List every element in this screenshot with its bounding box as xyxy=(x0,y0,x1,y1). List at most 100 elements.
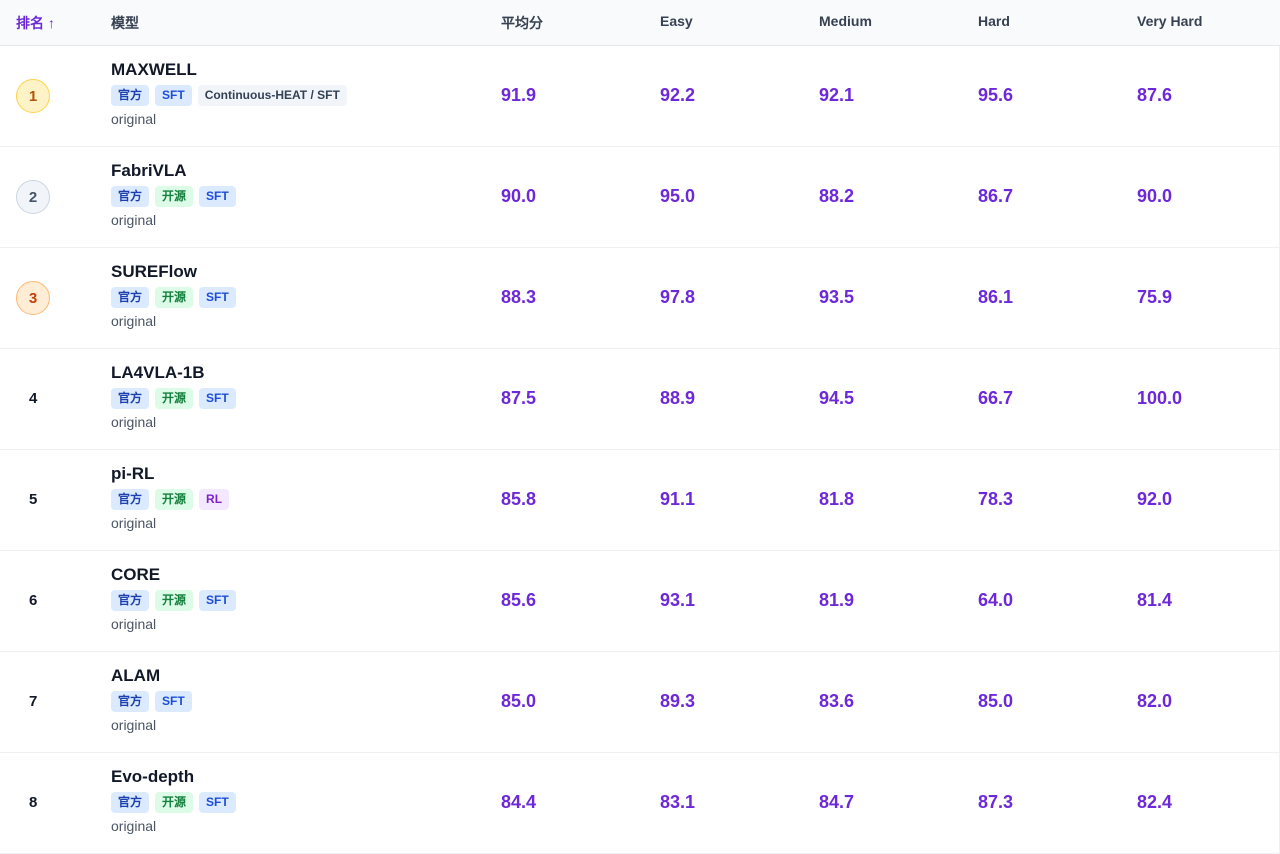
official-tag: 官方 xyxy=(111,388,150,409)
official-tag: 官方 xyxy=(111,489,150,510)
hard-score: 87.3 xyxy=(978,792,1014,812)
model-variant: original xyxy=(111,414,157,430)
table-body: 1 MAXWELL 官方 SFT Continuous-HEAT / SFT origin… xyxy=(0,46,1280,854)
model-variant: original xyxy=(111,515,157,531)
very-hard-score: 90.0 xyxy=(1137,186,1173,206)
easy-score: 83.1 xyxy=(660,792,696,812)
easy-score: 89.3 xyxy=(660,691,696,711)
medium-score: 94.5 xyxy=(819,388,855,408)
medium-score: 93.5 xyxy=(819,287,855,307)
medium-score: 88.2 xyxy=(819,186,855,206)
avg-score: 85.0 xyxy=(501,691,537,711)
model-cell: CORE 官方 开源 SFT original xyxy=(111,565,236,632)
model-cell: ALAM 官方 SFT original xyxy=(111,666,192,733)
table-row[interactable]: 8 Evo-depth 官方 开源 SFT original 84.4 83.1 84.7 87.… xyxy=(0,753,1280,854)
very-hard-score: 81.4 xyxy=(1137,590,1173,610)
open-source-tag: 开源 xyxy=(155,287,194,308)
rank-number: 5 xyxy=(29,491,38,508)
very-hard-score: 82.4 xyxy=(1137,792,1173,812)
tag-list: 官方 开源 RL xyxy=(111,489,230,510)
model-name[interactable]: MAXWELL xyxy=(111,60,347,80)
rank-badge: 3 xyxy=(16,281,50,315)
easy-score: 97.8 xyxy=(660,287,696,307)
tag-list: 官方 开源 SFT xyxy=(111,388,236,409)
easy-score: 95.0 xyxy=(660,186,696,206)
tag-list: 官方 开源 SFT xyxy=(111,590,236,611)
sft-tag: SFT xyxy=(155,85,192,106)
model-cell: MAXWELL 官方 SFT Continuous-HEAT / SFT origina… xyxy=(111,60,347,127)
official-tag: 官方 xyxy=(111,85,150,106)
easy-score: 92.2 xyxy=(660,85,696,105)
avg-column-header[interactable]: 平均分 xyxy=(501,13,543,33)
model-cell: LA4VLA-1B 官方 开源 SFT original xyxy=(111,363,236,430)
avg-score: 84.4 xyxy=(501,792,537,812)
open-source-tag: 开源 xyxy=(155,792,194,813)
very-hard-column-header[interactable]: Very Hard xyxy=(1137,13,1202,29)
avg-score: 90.0 xyxy=(501,186,537,206)
avg-score: 88.3 xyxy=(501,287,537,307)
model-variant: original xyxy=(111,818,157,834)
tag-list: 官方 开源 SFT xyxy=(111,287,236,308)
leaderboard-table: 排名 ↑ 模型 平均分 Easy Medium Hard Very Hard 1… xyxy=(0,0,1280,854)
rank-number: 6 xyxy=(29,592,38,609)
model-name[interactable]: SUREFlow xyxy=(111,262,236,282)
model-name[interactable]: ALAM xyxy=(111,666,192,686)
training-method-tag: Continuous-HEAT / SFT xyxy=(197,85,347,106)
hard-column-header[interactable]: Hard xyxy=(978,13,1010,29)
avg-score: 85.8 xyxy=(501,489,537,509)
model-column-header[interactable]: 模型 xyxy=(111,13,139,33)
official-tag: 官方 xyxy=(111,792,150,813)
tag-list: 官方 SFT Continuous-HEAT / SFT xyxy=(111,85,347,106)
model-variant: original xyxy=(111,212,157,228)
model-variant: original xyxy=(111,616,157,632)
rank-number: 4 xyxy=(29,390,38,407)
sft-tag: SFT xyxy=(199,287,236,308)
model-variant: original xyxy=(111,313,157,329)
medium-column-header[interactable]: Medium xyxy=(819,13,872,29)
model-name[interactable]: LA4VLA-1B xyxy=(111,363,236,383)
model-cell: Evo-depth 官方 开源 SFT original xyxy=(111,767,236,834)
official-tag: 官方 xyxy=(111,186,150,207)
model-variant: original xyxy=(111,717,157,733)
sft-tag: SFT xyxy=(199,590,236,611)
table-row[interactable]: 3 SUREFlow 官方 开源 SFT original 88.3 97.8 93.5 86.1… xyxy=(0,248,1280,349)
very-hard-score: 100.0 xyxy=(1137,388,1183,408)
table-row[interactable]: 1 MAXWELL 官方 SFT Continuous-HEAT / SFT origin… xyxy=(0,46,1280,147)
very-hard-score: 87.6 xyxy=(1137,85,1173,105)
medium-score: 81.8 xyxy=(819,489,855,509)
tag-list: 官方 开源 SFT xyxy=(111,792,236,813)
very-hard-score: 75.9 xyxy=(1137,287,1173,307)
model-variant: original xyxy=(111,111,157,127)
table-row[interactable]: 4 LA4VLA-1B 官方 开源 SFT original 87.5 88.9 94.5 66.… xyxy=(0,349,1280,450)
model-name[interactable]: FabriVLA xyxy=(111,161,236,181)
official-tag: 官方 xyxy=(111,287,150,308)
rank-badge: 1 xyxy=(16,79,50,113)
table-row[interactable]: 6 CORE 官方 开源 SFT original 85.6 93.1 81.9 64.0 81.4 xyxy=(0,551,1280,652)
official-tag: 官方 xyxy=(111,691,150,712)
very-hard-score: 82.0 xyxy=(1137,691,1173,711)
rank-number: 7 xyxy=(29,693,38,710)
very-hard-score: 92.0 xyxy=(1137,489,1173,509)
model-cell: FabriVLA 官方 开源 SFT original xyxy=(111,161,236,228)
tag-list: 官方 SFT xyxy=(111,691,192,712)
table-row[interactable]: 7 ALAM 官方 SFT original 85.0 89.3 83.6 85.0 82.0 xyxy=(0,652,1280,753)
model-name[interactable]: Evo-depth xyxy=(111,767,236,787)
rl-tag: RL xyxy=(199,489,230,510)
medium-score: 84.7 xyxy=(819,792,855,812)
sft-tag: SFT xyxy=(199,186,236,207)
sft-tag: SFT xyxy=(155,691,192,712)
avg-score: 87.5 xyxy=(501,388,537,408)
model-name[interactable]: pi-RL xyxy=(111,464,229,484)
table-header: 排名 ↑ 模型 平均分 Easy Medium Hard Very Hard xyxy=(0,0,1280,46)
table-row[interactable]: 5 pi-RL 官方 开源 RL original 85.8 91.1 81.8 78.3 92.0 xyxy=(0,450,1280,551)
model-cell: pi-RL 官方 开源 RL original xyxy=(111,464,230,531)
medium-score: 83.6 xyxy=(819,691,855,711)
model-name[interactable]: CORE xyxy=(111,565,236,585)
rank-column-header[interactable]: 排名 ↑ xyxy=(16,13,55,33)
open-source-tag: 开源 xyxy=(155,388,194,409)
easy-score: 88.9 xyxy=(660,388,696,408)
medium-score: 92.1 xyxy=(819,85,855,105)
table-row[interactable]: 2 FabriVLA 官方 开源 SFT original 90.0 95.0 88.2 86.7… xyxy=(0,147,1280,248)
official-tag: 官方 xyxy=(111,590,150,611)
easy-column-header[interactable]: Easy xyxy=(660,13,693,29)
